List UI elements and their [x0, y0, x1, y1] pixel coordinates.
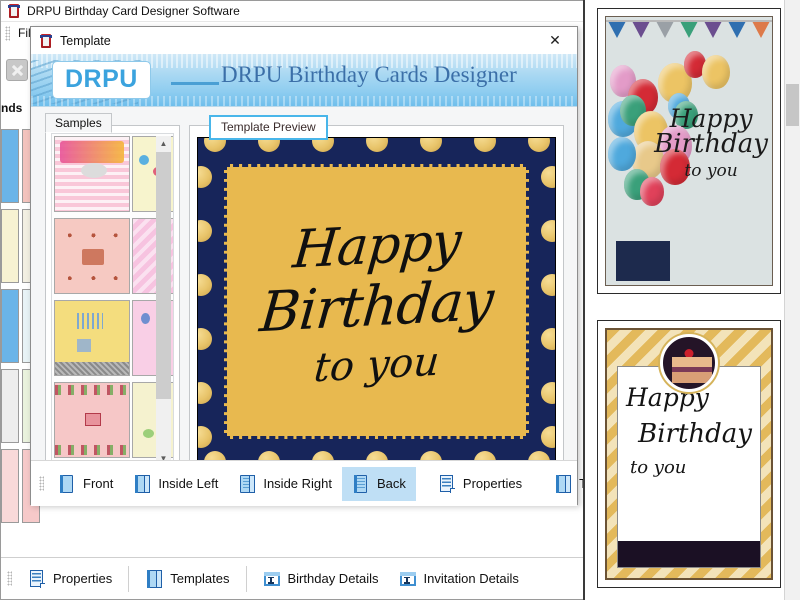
background-thumb[interactable]	[1, 369, 19, 443]
background-thumb[interactable]	[1, 129, 19, 203]
card-back-icon	[352, 474, 370, 494]
properties-icon	[28, 569, 46, 589]
tab-samples-label: Samples	[55, 116, 102, 130]
toolbar-back-button[interactable]: Back	[342, 466, 416, 501]
balloons-card-greeting: Happy Birthday to you	[654, 104, 768, 181]
card-preview-sidebar: Happy Birthday to you Happy Birthday to …	[583, 0, 800, 600]
samples-panel: ▲ ▼	[45, 125, 180, 475]
main-window-title: DRPU Birthday Card Designer Software	[27, 4, 240, 18]
toolbar-inside-left-button[interactable]: Inside Left	[123, 467, 228, 501]
navy-gold-dots-birthday-card[interactable]: Happy Birthday to you	[197, 137, 556, 466]
tab-samples[interactable]: Samples	[45, 113, 112, 133]
sample-thumbnail[interactable]	[54, 382, 130, 458]
drpu-app-icon	[39, 33, 53, 48]
toolbar-properties-button[interactable]: Properties	[428, 467, 532, 501]
template-dialog-title: Template	[60, 33, 111, 48]
invitation-details-icon	[399, 569, 417, 589]
drpu-app-icon	[7, 4, 21, 18]
scrollbar-thumb[interactable]	[786, 84, 799, 126]
app-toolbar-grip[interactable]	[7, 571, 12, 586]
balloons-bunting-card[interactable]: Happy Birthday to you	[597, 8, 781, 294]
card-greeting-line-1: Happy	[290, 210, 463, 281]
sample-thumbnail[interactable]	[54, 136, 130, 212]
app-toolbar-templates-button[interactable]: Templates	[135, 562, 239, 596]
cake-card-art: Happy Birthday to you	[605, 328, 773, 580]
toolbar-inside-left-label: Inside Left	[158, 476, 219, 491]
drpu-logo: DRPU	[53, 62, 150, 98]
gift-box-decor	[616, 241, 670, 281]
app-toolbar-birthday-details-label: Birthday Details	[287, 571, 379, 586]
birthday-details-icon	[263, 569, 281, 589]
dialog-body: Samples ▲ ▼ Template Preview Happy Birth…	[31, 107, 638, 506]
main-toolbar-button[interactable]	[6, 59, 28, 81]
cake-card-dark-band	[618, 541, 760, 567]
templates-icon	[554, 474, 572, 494]
background-thumb[interactable]	[1, 449, 19, 523]
screen-root: DRPU Birthday Card Designer Software Fil…	[0, 0, 800, 600]
preview-sidebar-scrollbar[interactable]	[784, 0, 800, 600]
toolbar-inside-right-label: Inside Right	[263, 476, 332, 491]
card-inside-right-icon	[238, 474, 256, 494]
close-icon[interactable]: ✕	[533, 27, 577, 54]
app-toolbar-templates-label: Templates	[170, 571, 230, 586]
cake-card-line-2: Birthday	[638, 419, 752, 449]
samples-scrollbar[interactable]: ▲ ▼	[156, 136, 171, 466]
card-gold-panel: Happy Birthday to you	[224, 164, 529, 439]
sample-thumbnail[interactable]	[54, 218, 130, 294]
card-inside-left-icon	[133, 474, 151, 494]
toolbar-separator	[128, 565, 130, 592]
toolbar-back-label: Back	[377, 476, 406, 491]
bunting-flags-decor	[606, 17, 772, 51]
scrollbar-thumb[interactable]	[156, 152, 171, 399]
backgrounds-tab-label[interactable]: nds	[1, 101, 22, 115]
banner-divider-rule	[171, 82, 219, 85]
scroll-up-arrow[interactable]: ▲	[156, 136, 171, 151]
dialog-view-toolbar: Front Inside Left Inside Right Back Prop…	[31, 460, 638, 506]
samples-scroll-area[interactable]: ▲ ▼	[51, 133, 174, 469]
template-dialog-titlebar: Template ✕	[31, 27, 577, 54]
card-greeting-text: Happy Birthday to you	[227, 167, 526, 436]
cake-card-line-3: to you	[630, 457, 687, 478]
template-preview-legend: Template Preview	[209, 115, 328, 140]
background-thumbnail-strip[interactable]	[1, 121, 40, 523]
background-thumb[interactable]	[1, 289, 19, 363]
toolbar-inside-right-button[interactable]: Inside Right	[228, 467, 342, 501]
app-toolbar-properties-button[interactable]: Properties	[18, 562, 122, 596]
properties-icon	[438, 474, 456, 494]
templates-icon	[145, 569, 163, 589]
app-toolbar-invitation-details-button[interactable]: Invitation Details	[389, 562, 529, 596]
toolbar-separator	[245, 565, 247, 592]
card-greeting-line-3: to you	[311, 338, 442, 391]
template-dialog: Template ✕ DRPU DRPU Birthday Cards Desi…	[30, 26, 638, 506]
balloons-card-line-2: Birthday	[654, 129, 768, 160]
sample-thumbnail[interactable]	[54, 300, 130, 376]
card-greeting-line-2: Birthday	[257, 267, 496, 344]
toolbar-properties-label: Properties	[462, 476, 523, 491]
app-toolbar-properties-label: Properties	[53, 571, 113, 586]
app-toolbar-birthday-details-button[interactable]: Birthday Details	[253, 562, 389, 596]
balloons-card-art: Happy Birthday to you	[605, 16, 773, 286]
drpu-logo-text: DRPU	[65, 65, 138, 93]
samples-column-left	[54, 136, 130, 464]
toolbar-front-button[interactable]: Front	[48, 467, 123, 501]
toolbar-front-label: Front	[83, 476, 114, 491]
balloons-card-line-3: to you	[684, 161, 738, 182]
cake-card-white-panel: Happy Birthday to you	[617, 366, 761, 568]
banner-title-text: DRPU Birthday Cards Designer	[221, 62, 517, 87]
cake-medallion-icon	[660, 334, 718, 392]
card-front-icon	[58, 474, 76, 494]
app-toolbar-invitation-details-label: Invitation Details	[423, 571, 519, 586]
template-preview-legend-label: Template Preview	[221, 120, 316, 134]
gold-chevron-cake-card[interactable]: Happy Birthday to you	[597, 320, 781, 588]
cake-card-greeting: Happy Birthday to you	[618, 379, 760, 537]
dialog-banner: DRPU DRPU Birthday Cards Designer	[31, 54, 577, 107]
menubar-grip[interactable]	[5, 25, 10, 41]
dialog-toolbar-grip[interactable]	[39, 476, 44, 491]
template-preview-panel: Happy Birthday to you	[189, 125, 564, 475]
background-thumb[interactable]	[1, 209, 19, 283]
